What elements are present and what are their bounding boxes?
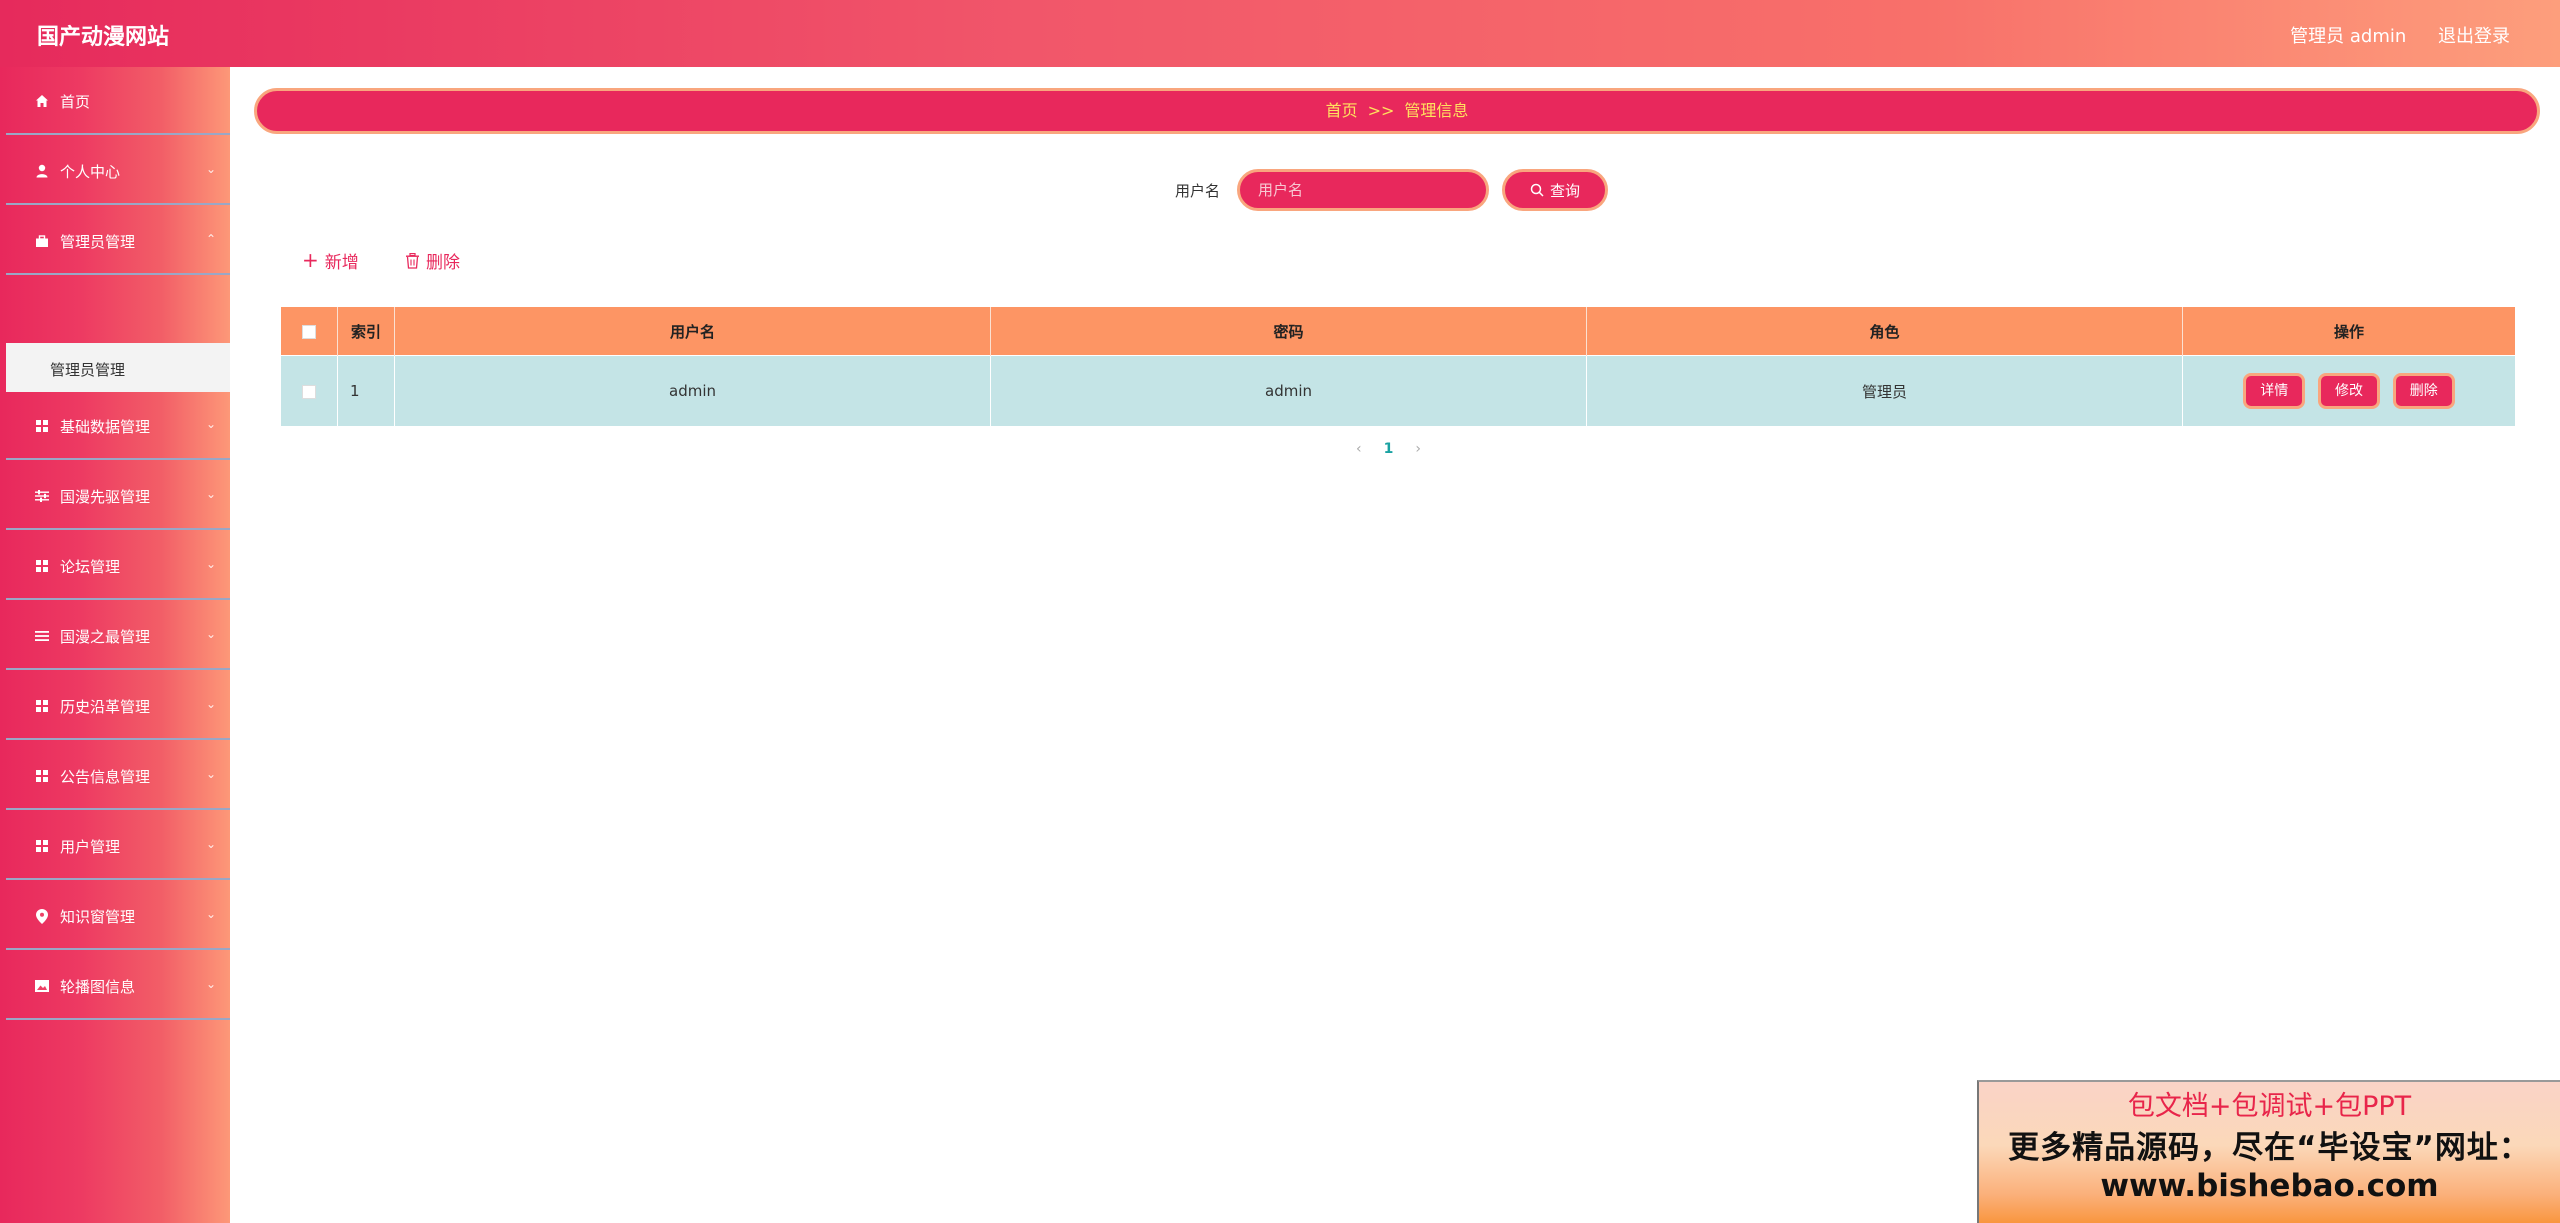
- cell-role: 管理员: [1586, 355, 2183, 426]
- chevron-down-icon: ⌄: [205, 487, 216, 501]
- sidebar-item-pioneers[interactable]: 国漫先驱管理 ⌄: [6, 462, 230, 530]
- chevron-down-icon: ⌄: [205, 557, 216, 571]
- column-header-actions: 操作: [2182, 307, 2515, 356]
- grid-icon: [34, 698, 50, 714]
- select-all-checkbox[interactable]: [302, 324, 316, 339]
- search-label: 用户名: [1175, 182, 1221, 200]
- row-delete-button[interactable]: 删除: [2392, 373, 2455, 409]
- location-icon: [34, 908, 50, 924]
- table-row: 1 admin admin 管理员 详情 修改 删除: [281, 355, 2515, 426]
- cell-password: admin: [990, 355, 1587, 426]
- sidebar-item-label: 基础数据管理: [60, 418, 151, 436]
- select-all-cell: [281, 307, 338, 356]
- briefcase-icon: [34, 233, 50, 249]
- top-header: 国产动漫网站 管理员 admin 退出登录: [0, 0, 2560, 67]
- column-header-role: 角色: [1586, 307, 2183, 356]
- home-icon: [34, 93, 50, 109]
- sidebar-item-label: 国漫之最管理: [60, 628, 151, 646]
- trash-icon: [406, 252, 419, 269]
- row-checkbox[interactable]: [302, 384, 316, 399]
- promo-line-1: 包文档+包调试+包PPT: [2127, 1091, 2412, 1122]
- sidebar-item-basic-data[interactable]: 基础数据管理 ⌄: [6, 392, 230, 460]
- column-header-username: 用户名: [394, 307, 991, 356]
- column-header-password: 密码: [990, 307, 1587, 356]
- sidebar-item-label: 知识窗管理: [60, 908, 136, 926]
- delete-label: 删除: [426, 253, 460, 273]
- sidebar: 首页 个人中心 ⌄ 管理员管理 ⌃ 管理员管理 基础数据管理 ⌄ 国漫先驱管理 …: [0, 67, 230, 1223]
- header-user-area: 管理员 admin 退出登录: [2264, 22, 2510, 48]
- chevron-down-icon: ⌄: [205, 977, 216, 991]
- row-select-cell: [281, 355, 338, 426]
- current-user[interactable]: 管理员 admin: [2290, 26, 2406, 47]
- add-button[interactable]: + 新增: [302, 248, 359, 273]
- chevron-down-icon: ⌄: [205, 767, 216, 781]
- detail-button[interactable]: 详情: [2243, 373, 2306, 409]
- sidebar-item-label: 首页: [60, 93, 91, 111]
- sidebar-item-users[interactable]: 用户管理 ⌄: [6, 812, 230, 880]
- sidebar-item-label: 历史沿革管理: [60, 698, 151, 716]
- grid-icon: [34, 558, 50, 574]
- sidebar-item-label: 管理员管理: [60, 233, 136, 251]
- chevron-down-icon: ⌄: [205, 627, 216, 641]
- plus-icon: +: [302, 248, 319, 272]
- table-header-row: 索引 用户名 密码 角色 操作: [281, 307, 2515, 356]
- sidebar-subitem-admin-management[interactable]: 管理员管理: [6, 343, 230, 392]
- chevron-down-icon: ⌄: [205, 417, 216, 431]
- sliders-icon: [34, 488, 50, 504]
- promo-line-2: 更多精品源码，尽在“毕设宝”网址：: [2008, 1130, 2531, 1166]
- sidebar-item-label: 论坛管理: [60, 558, 121, 576]
- sidebar-item-label: 国漫先驱管理: [60, 488, 151, 506]
- cell-username: admin: [394, 355, 991, 426]
- cell-actions: 详情 修改 删除: [2182, 355, 2515, 426]
- chevron-down-icon: ⌄: [205, 907, 216, 921]
- edit-button[interactable]: 修改: [2318, 373, 2380, 409]
- admin-table: 索引 用户名 密码 角色 操作 1 admin admin 管理员 详情 修改 …: [281, 307, 2515, 426]
- chevron-right-icon[interactable]: ›: [1415, 441, 1421, 457]
- grid-icon: [34, 768, 50, 784]
- sidebar-item-label: 轮播图信息: [60, 978, 136, 996]
- sidebar-item-profile[interactable]: 个人中心 ⌄: [6, 137, 230, 205]
- delete-button[interactable]: 删除: [405, 248, 460, 273]
- chevron-up-icon: ⌃: [205, 232, 216, 246]
- search-button-label: 查询: [1549, 181, 1580, 200]
- pagination: ‹ 1 ›: [1356, 441, 1421, 457]
- search-button[interactable]: 查询: [1502, 169, 1608, 211]
- promo-url: www.bishebao.com: [2100, 1168, 2439, 1204]
- sidebar-item-notice[interactable]: 公告信息管理 ⌄: [6, 742, 230, 810]
- grid-icon: [34, 838, 50, 854]
- promo-banner: 包文档+包调试+包PPT 更多精品源码，尽在“毕设宝”网址： www.bishe…: [1977, 1080, 2560, 1223]
- search-icon: [1530, 183, 1544, 197]
- sidebar-item-carousel[interactable]: 轮播图信息 ⌄: [6, 952, 230, 1020]
- logout-link[interactable]: 退出登录: [2438, 26, 2510, 47]
- sidebar-item-admin-management[interactable]: 管理员管理 ⌃: [6, 207, 230, 275]
- sidebar-item-knowledge[interactable]: 知识窗管理 ⌄: [6, 882, 230, 950]
- list-icon: [34, 628, 50, 644]
- column-header-index: 索引: [337, 307, 395, 356]
- user-icon: [34, 163, 50, 179]
- search-input[interactable]: [1237, 169, 1489, 211]
- sidebar-item-history[interactable]: 历史沿革管理 ⌄: [6, 672, 230, 740]
- breadcrumb-separator: >>: [1367, 101, 1395, 120]
- picture-icon: [34, 978, 50, 994]
- breadcrumb-current: 管理信息: [1404, 101, 1469, 120]
- sidebar-item-forum[interactable]: 论坛管理 ⌄: [6, 532, 230, 600]
- sidebar-subitem-label: 管理员管理: [50, 361, 126, 379]
- sidebar-item-best[interactable]: 国漫之最管理 ⌄: [6, 602, 230, 670]
- chevron-left-icon[interactable]: ‹: [1356, 441, 1362, 457]
- sidebar-item-label: 用户管理: [60, 838, 121, 856]
- sidebar-item-label: 个人中心: [60, 163, 121, 181]
- chevron-down-icon: ⌄: [205, 162, 216, 176]
- breadcrumb: 首页 >> 管理信息: [254, 88, 2540, 134]
- sidebar-item-home[interactable]: 首页: [6, 67, 230, 135]
- page-number[interactable]: 1: [1384, 441, 1394, 457]
- add-label: 新增: [324, 253, 359, 273]
- grid-icon: [34, 418, 50, 434]
- chevron-down-icon: ⌄: [205, 837, 216, 851]
- sidebar-item-label: 公告信息管理: [60, 768, 151, 786]
- breadcrumb-home[interactable]: 首页: [1326, 101, 1358, 120]
- chevron-down-icon: ⌄: [205, 697, 216, 711]
- cell-index: 1: [337, 355, 395, 426]
- site-title: 国产动漫网站: [37, 25, 170, 50]
